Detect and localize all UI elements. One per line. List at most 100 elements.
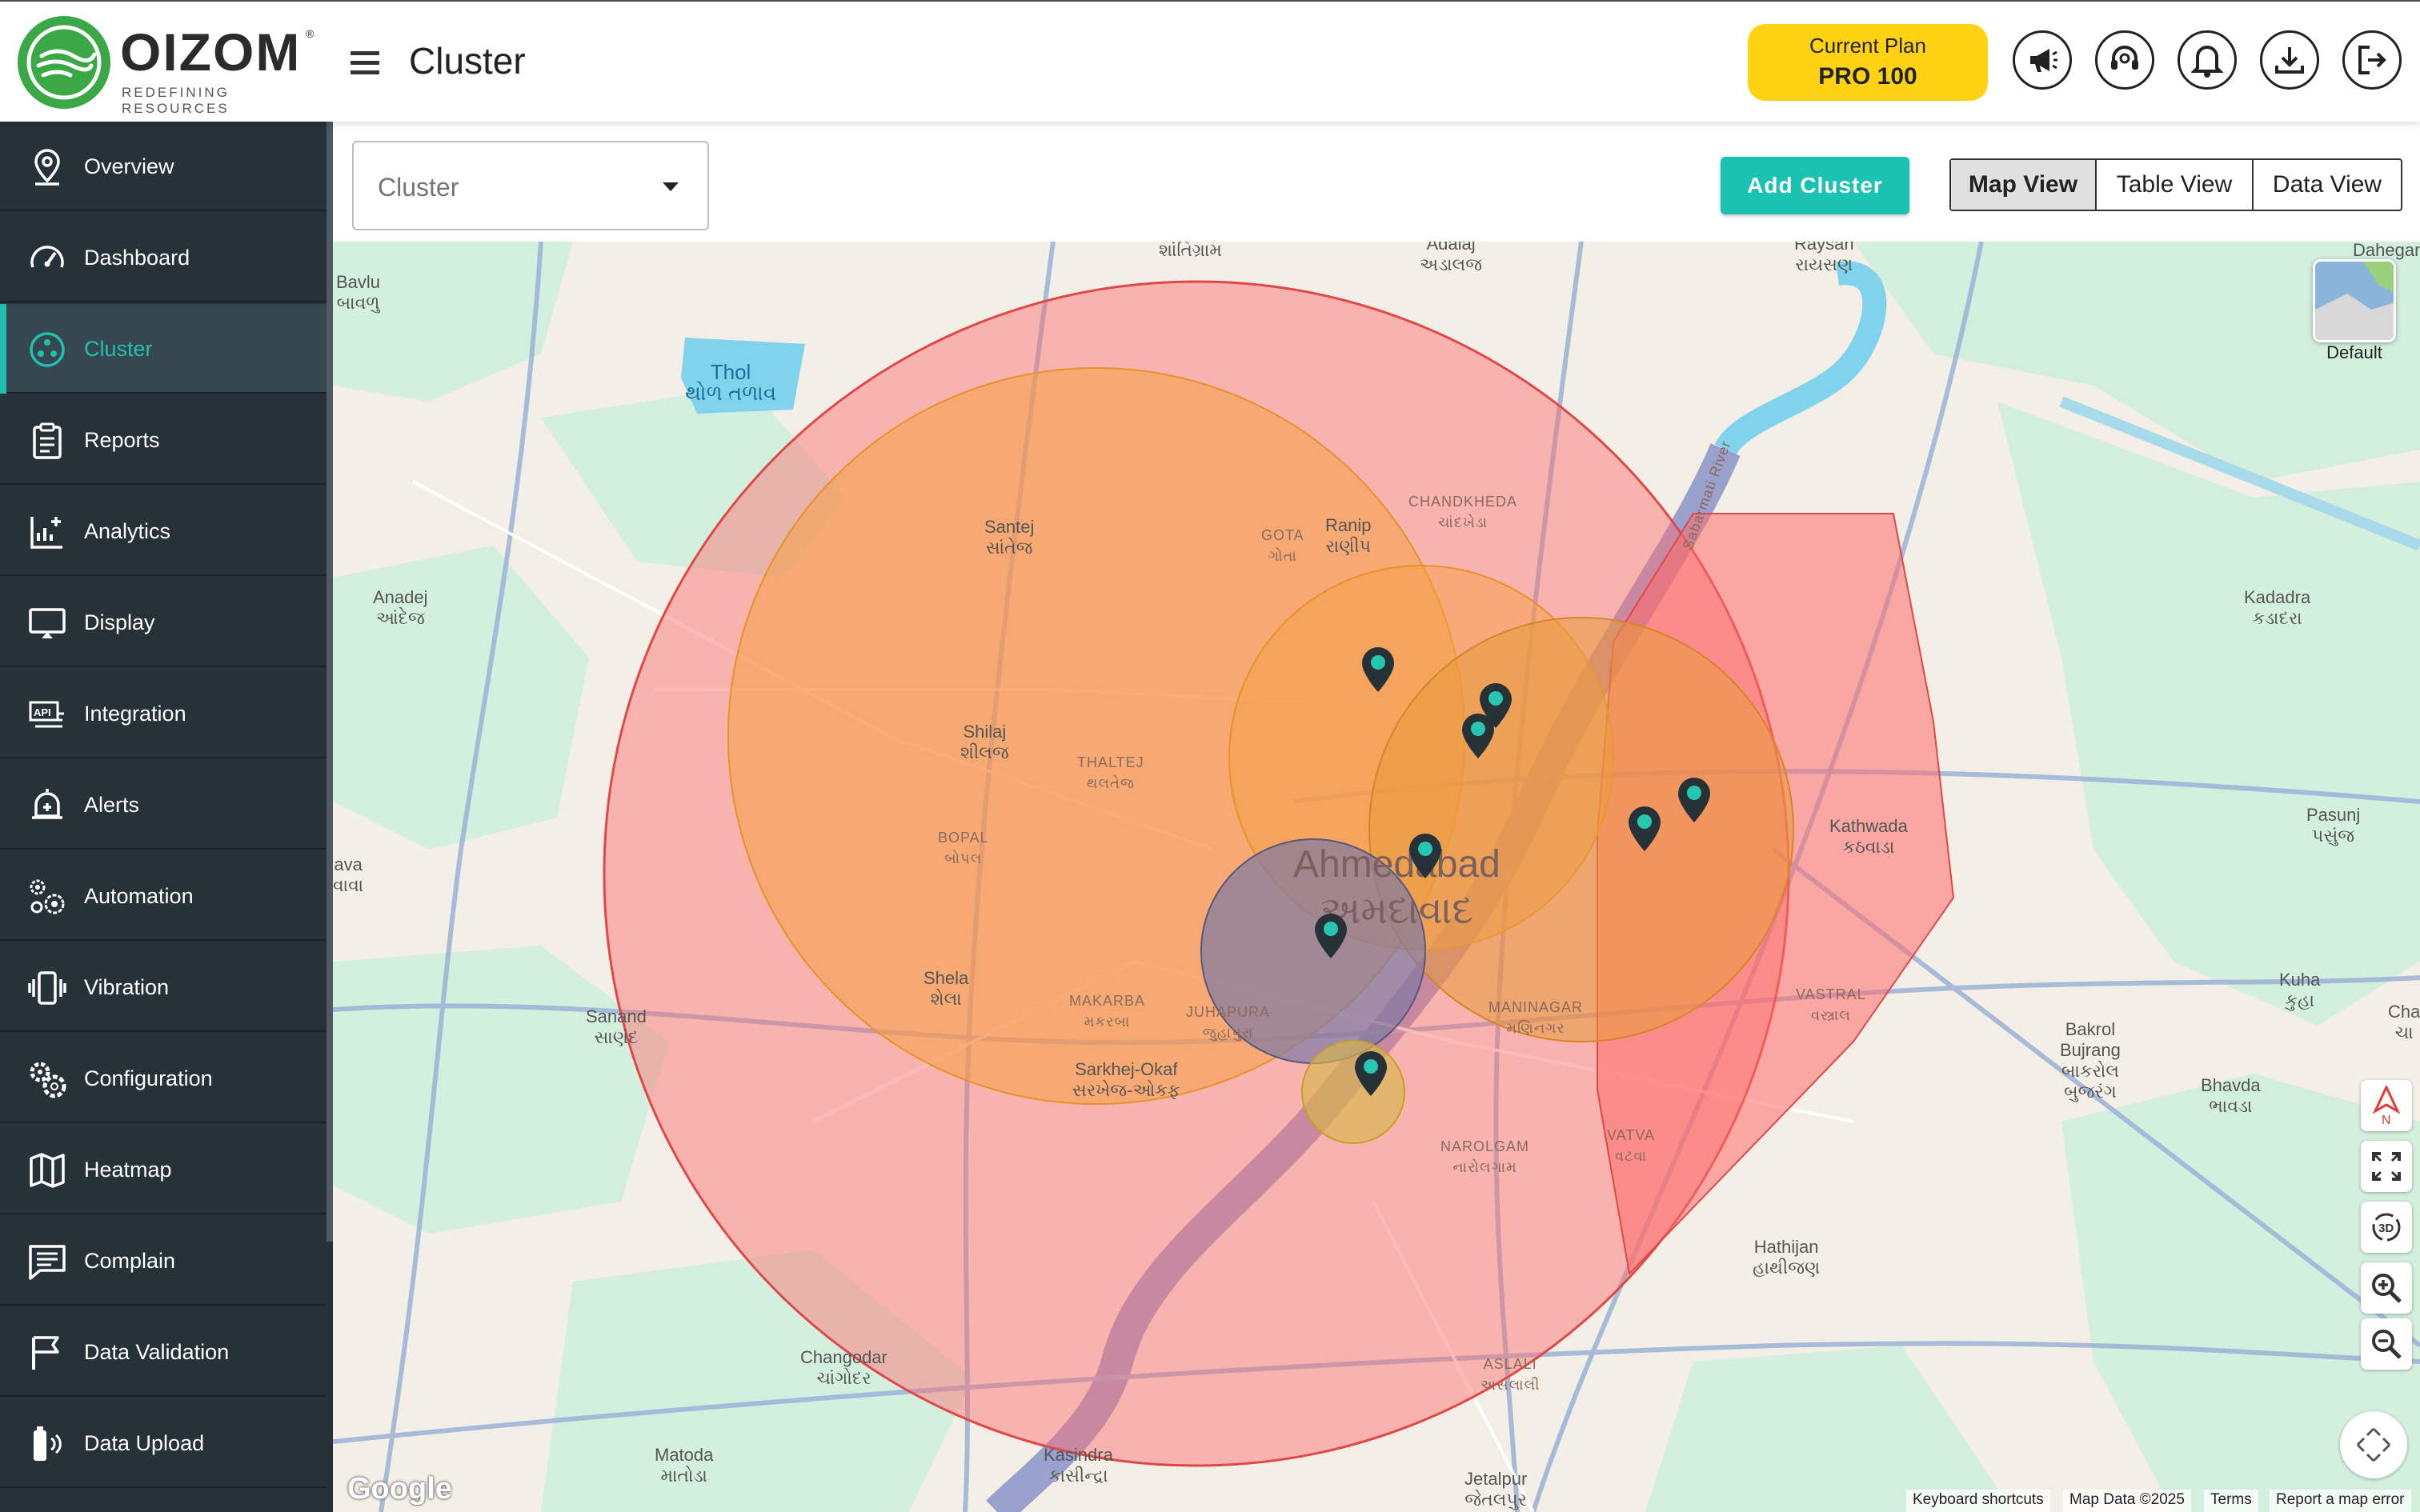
map-data-attribution: Map Data ©2025 — [2063, 1490, 2191, 1512]
logo-wordmark: OIZOM — [120, 22, 302, 82]
map-view-button[interactable]: Map View — [1951, 160, 2097, 210]
map-label-kadadra: Kadadra કડાદરા — [2244, 587, 2311, 628]
sidebar-item-label: Data Validation — [84, 1340, 230, 1364]
google-logo: Google — [347, 1472, 452, 1506]
sidebar-scrollbar[interactable] — [327, 122, 333, 1242]
map-layer-label: Default — [2326, 342, 2382, 362]
map-label-chandkheda: CHANDKHEDA ચાંદખેડા — [1408, 494, 1518, 530]
map-label-kuha: Kuha કુહા — [2279, 970, 2321, 1010]
page-title: Cluster — [409, 40, 526, 82]
compass-icon[interactable]: N — [2361, 1080, 2412, 1131]
download-icon[interactable] — [2260, 30, 2319, 90]
sidebar-item-data-upload[interactable]: Data Upload — [0, 1398, 327, 1488]
map-marker[interactable] — [1676, 776, 1713, 824]
oizom-logo[interactable]: OIZOM ® REDEFINING RESOURCES — [18, 16, 322, 116]
sidebar-item-cluster[interactable]: Cluster — [0, 304, 327, 394]
sidebar-item-label: Overview — [84, 154, 174, 178]
sidebar-item-automation[interactable]: Automation — [0, 851, 327, 941]
cluster-map[interactable]: Bavlu બાવળુ Thol થોળ તળાવ Santej સાંતેજ … — [333, 242, 2420, 1512]
map-label-pasunj: Pasunj પસુંજ — [2306, 805, 2361, 846]
vibration-icon — [28, 971, 66, 1005]
zoom-out-icon[interactable] — [2361, 1318, 2412, 1370]
map-label-vava: ava વાવા — [333, 854, 364, 895]
map-label-sarkhej: Sarkhej-Okaf સરખેજ-ઓકફ — [1072, 1059, 1180, 1100]
map-marker[interactable] — [1312, 912, 1349, 960]
report-map-error-link[interactable]: Report a map error — [2270, 1490, 2411, 1512]
sidebar-item-reports[interactable]: Reports — [0, 395, 327, 485]
sidebar-item-overview[interactable]: Overview — [0, 122, 327, 211]
sidebar-item-label: Configuration — [84, 1066, 213, 1090]
current-plan-button[interactable]: Current Plan PRO 100 — [1748, 24, 1988, 101]
menu-toggle-icon[interactable] — [346, 43, 384, 82]
svg-text:API: API — [34, 706, 51, 718]
location-pin-icon — [34, 149, 60, 186]
map-layer-toggle[interactable] — [2313, 259, 2396, 342]
map-label-bopal: BOPAL બોપલ — [938, 830, 989, 866]
flag-icon — [32, 1336, 59, 1370]
map-label-vatva: VATVA વટવા — [1607, 1127, 1656, 1164]
map-label-narolgam: NAROLGAM નારોલગામ — [1440, 1138, 1530, 1175]
sidebar-item-label: Vibration — [84, 975, 170, 999]
speedometer-icon — [30, 246, 64, 268]
upload-device-icon — [34, 1426, 62, 1461]
sidebar-item-label: Data Upload — [84, 1431, 205, 1455]
map-label-hathijan: Hathijan હાથીજણ — [1753, 1237, 1821, 1278]
cluster-dropdown-value: Cluster — [378, 173, 459, 202]
sidebar-item-label: Display — [84, 610, 155, 634]
zoom-in-icon[interactable] — [2361, 1262, 2412, 1314]
sidebar-item-label: Dashboard — [84, 246, 190, 270]
map-marker[interactable] — [1626, 805, 1663, 853]
logo-emblem-icon — [18, 16, 110, 109]
megaphone-icon[interactable] — [2013, 30, 2072, 90]
map-marker[interactable] — [1360, 646, 1396, 694]
logout-icon[interactable] — [2342, 30, 2402, 90]
map-label-cha: Cha ચા — [2388, 1002, 2420, 1042]
map-label-gota: GOTA ગોતા — [1261, 527, 1304, 564]
pan-control-icon[interactable] — [2340, 1411, 2407, 1478]
view-toggle-group: Map View Table View Data View — [1949, 158, 2402, 211]
sidebar-item-integration[interactable]: API Integration — [0, 669, 327, 758]
sidebar-item-label: Automation — [84, 884, 194, 908]
logo-tagline: REDEFINING RESOURCES — [122, 85, 230, 116]
add-cluster-button[interactable]: Add Cluster — [1721, 157, 1909, 214]
sidebar-item-alerts[interactable]: Alerts — [0, 760, 327, 850]
map-label-raysan: Raysan રાયસણ — [1794, 242, 1854, 274]
sidebar-item-dashboard[interactable]: Dashboard — [0, 213, 327, 302]
caret-down-icon — [663, 182, 679, 191]
sidebar-item-label: Heatmap — [84, 1158, 172, 1182]
fullscreen-icon[interactable] — [2361, 1141, 2412, 1192]
clipboard-icon — [33, 422, 62, 459]
sidebar-item-data-validation[interactable]: Data Validation — [0, 1307, 327, 1397]
plan-name: PRO 100 — [1818, 63, 1917, 90]
map-icon — [30, 1153, 65, 1188]
map-label-juhapura: JUHAPURA જુહાપુરા — [1186, 1004, 1271, 1041]
map-label-santej: Santej સાંતેજ — [984, 517, 1035, 558]
sidebar-item-label: Reports — [84, 428, 160, 452]
tilt-3d-icon[interactable]: 3D — [2361, 1202, 2412, 1253]
sidebar-item-display[interactable]: Display — [0, 578, 327, 667]
map-marker[interactable] — [1460, 712, 1496, 760]
sidebar-item-label: Integration — [84, 702, 186, 726]
sidebar-item-configuration[interactable]: Configuration — [0, 1034, 327, 1123]
map-marker[interactable] — [1407, 832, 1444, 880]
map-label-shela: Shela શેલા — [924, 968, 969, 1009]
sidebar-item-label: Cluster — [84, 337, 153, 361]
map-label-adalaj: Adalaj અડાલજ — [1420, 242, 1483, 274]
sidebar-item-complain[interactable]: Complain — [0, 1216, 327, 1306]
map-label-kathwada: Kathwada કઠવાડા — [1829, 816, 1908, 857]
data-view-button[interactable]: Data View — [2254, 160, 2401, 210]
sidebar-item-heatmap[interactable]: Heatmap — [0, 1125, 327, 1214]
api-icon: API — [29, 701, 64, 728]
terms-link[interactable]: Terms — [2204, 1490, 2258, 1512]
bell-icon[interactable] — [2178, 30, 2237, 90]
cluster-dropdown[interactable]: Cluster — [352, 141, 709, 230]
map-marker[interactable] — [1352, 1050, 1389, 1098]
support-icon[interactable] — [2095, 30, 2154, 90]
table-view-button[interactable]: Table View — [2097, 160, 2254, 210]
map-label-anadej: Anadej આંદેજ — [373, 587, 428, 628]
sidebar-item-analytics[interactable]: Analytics — [0, 486, 327, 576]
keyboard-shortcuts-link[interactable]: Keyboard shortcuts — [1906, 1490, 2050, 1512]
satellite-thumbnail-icon — [2315, 262, 2394, 340]
map-label-dahegam: Dahegam — [2353, 242, 2420, 260]
sidebar-item-vibration[interactable]: Vibration — [0, 942, 327, 1032]
